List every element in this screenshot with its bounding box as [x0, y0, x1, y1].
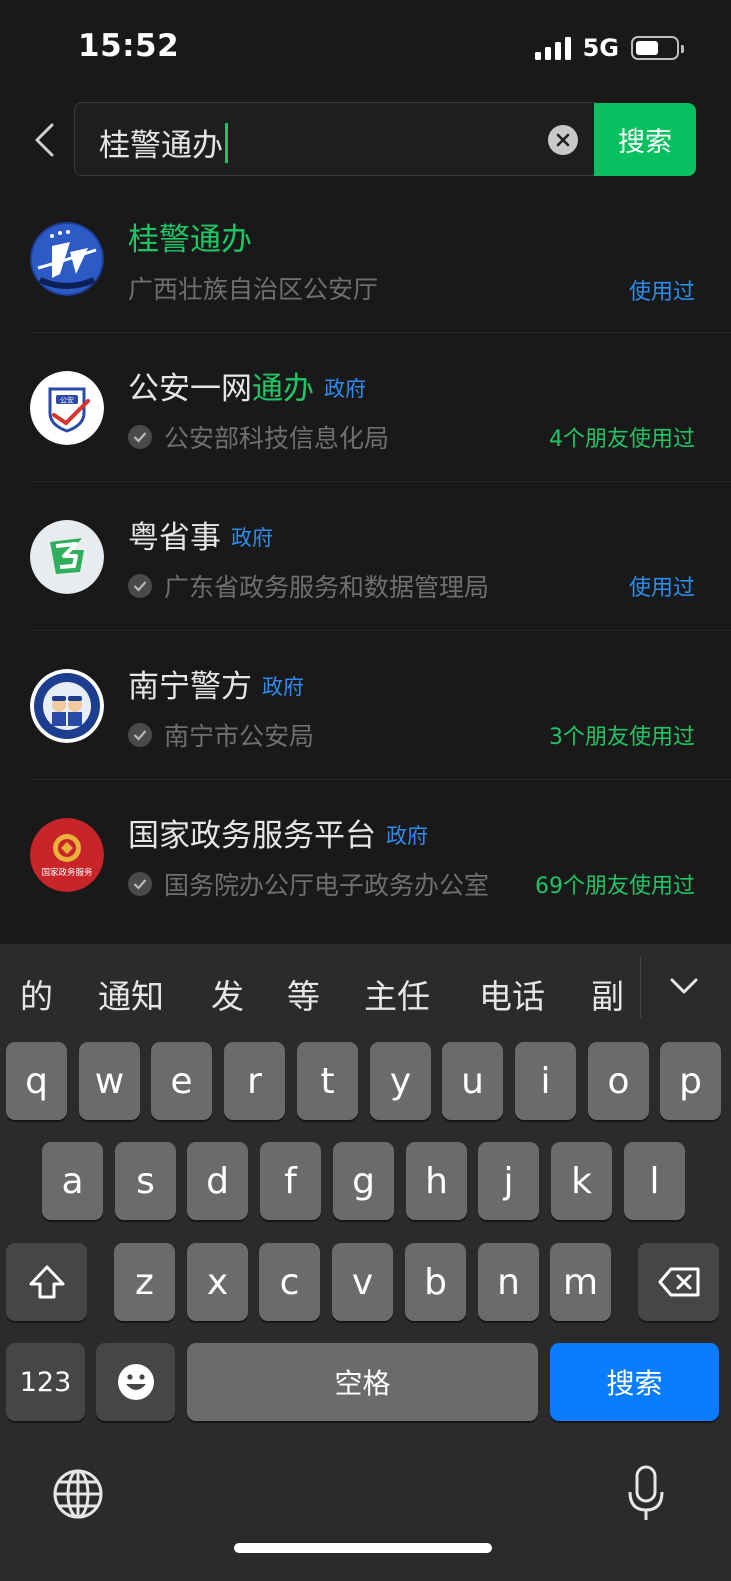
candidate-word[interactable]: 的: [20, 970, 53, 1018]
key-d[interactable]: d: [187, 1142, 248, 1220]
logo-text: 公安: [60, 396, 74, 405]
cellular-signal-icon: [534, 36, 571, 60]
mini-program-logo: 公安: [30, 371, 104, 445]
emoji-icon: [117, 1364, 154, 1400]
government-tag: 政府: [386, 824, 428, 848]
mini-program-logo: 国家政务服务: [30, 818, 104, 892]
key-f[interactable]: f: [260, 1142, 321, 1220]
key-u[interactable]: u: [442, 1042, 503, 1120]
verified-icon: [128, 574, 152, 598]
clear-search-button[interactable]: [548, 125, 578, 155]
list-item[interactable]: 南宁警方 政府 南宁市公安局 3个朋友使用过: [0, 631, 731, 780]
key-b[interactable]: b: [405, 1243, 466, 1321]
key-p[interactable]: p: [660, 1042, 721, 1120]
status-bar: 15:52 5G: [0, 0, 731, 96]
key-x[interactable]: x: [187, 1243, 248, 1321]
item-subtitle: 国务院办公厅电子政务办公室: [128, 866, 489, 902]
used-status: 3个朋友使用过: [549, 725, 695, 750]
emoji-key[interactable]: [96, 1343, 175, 1421]
candidate-word[interactable]: 主任: [364, 970, 430, 1018]
government-tag: 政府: [324, 377, 366, 401]
verified-icon: [128, 425, 152, 449]
key-h[interactable]: h: [406, 1142, 467, 1220]
globe-icon[interactable]: [52, 1468, 104, 1520]
mini-program-logo: [30, 222, 104, 296]
item-subtitle: 广西壮族自治区公安厅: [128, 275, 379, 304]
list-item[interactable]: 国家政务服务 国家政务服务平台 政府 国务院办公厅电子政务办公室 69个朋友使用过: [0, 780, 731, 929]
used-status: 4个朋友使用过: [549, 427, 695, 452]
text-caret: [225, 122, 228, 163]
item-subtitle: 广东省政务服务和数据管理局: [128, 568, 489, 604]
search-button[interactable]: 搜索: [594, 103, 696, 176]
backspace-key[interactable]: [638, 1243, 719, 1321]
key-o[interactable]: o: [588, 1042, 649, 1120]
key-t[interactable]: t: [297, 1042, 358, 1120]
verified-icon: [128, 723, 152, 747]
key-q[interactable]: q: [6, 1042, 67, 1120]
mini-program-logo: [30, 669, 104, 743]
used-status: 使用过: [628, 576, 695, 601]
candidate-word[interactable]: 副: [591, 970, 624, 1018]
microphone-icon[interactable]: [626, 1464, 666, 1524]
backspace-icon: [658, 1267, 699, 1297]
used-status: 69个朋友使用过: [535, 874, 695, 899]
key-w[interactable]: w: [79, 1042, 140, 1120]
keyboard: 的 通知 发 等 主任 电话 副 qwertyuiop asdfghjkl zx…: [0, 944, 731, 1581]
search-input[interactable]: 桂警通办: [74, 102, 596, 176]
mini-program-logo: [30, 520, 104, 594]
candidate-word[interactable]: 发: [211, 970, 244, 1018]
candidate-bar: 的 通知 发 等 主任 电话 副: [0, 944, 731, 1040]
candidate-word[interactable]: 通知: [98, 970, 164, 1018]
key-a[interactable]: a: [42, 1142, 103, 1220]
used-status: 使用过: [628, 280, 695, 305]
key-z[interactable]: z: [114, 1243, 175, 1321]
network-type: 5G: [582, 34, 619, 62]
search-key[interactable]: 搜索: [550, 1343, 719, 1421]
candidate-word[interactable]: 电话: [479, 970, 545, 1018]
key-v[interactable]: v: [332, 1243, 393, 1321]
shift-key[interactable]: [6, 1243, 87, 1321]
key-l[interactable]: l: [624, 1142, 685, 1220]
battery-icon: [631, 36, 684, 60]
chevron-down-icon: [670, 978, 698, 994]
key-r[interactable]: r: [224, 1042, 285, 1120]
list-item[interactable]: 粤省事 政府 广东省政务服务和数据管理局 使用过: [0, 482, 731, 631]
chevron-left-icon: [35, 123, 54, 157]
key-g[interactable]: g: [333, 1142, 394, 1220]
key-e[interactable]: e: [151, 1042, 212, 1120]
item-subtitle: 南宁市公安局: [128, 717, 314, 753]
key-i[interactable]: i: [515, 1042, 576, 1120]
list-item[interactable]: 桂警通办 广西壮族自治区公安厅 使用过: [0, 184, 731, 333]
numbers-key[interactable]: 123: [6, 1343, 85, 1421]
home-indicator: [234, 1543, 492, 1553]
collapse-candidates-button[interactable]: [664, 966, 704, 1006]
list-item[interactable]: 公安 公安一网通办 政府 公安部科技信息化局 4个朋友使用过: [0, 333, 731, 482]
key-k[interactable]: k: [551, 1142, 612, 1220]
government-tag: 政府: [231, 526, 273, 550]
search-query: 桂警通办: [99, 128, 223, 164]
back-button[interactable]: [24, 118, 64, 162]
government-tag: 政府: [262, 675, 304, 699]
title-highlight: 桂警通办: [128, 222, 252, 258]
status-time: 15:52: [78, 28, 180, 64]
key-m[interactable]: m: [550, 1243, 611, 1321]
verified-icon: [128, 872, 152, 896]
item-subtitle: 公安部科技信息化局: [128, 419, 389, 455]
status-icons: 5G: [534, 34, 684, 62]
candidate-word[interactable]: 等: [287, 970, 320, 1018]
title-highlight: 通办: [252, 371, 314, 407]
logo-text: 国家政务服务: [41, 867, 93, 878]
close-icon: [556, 133, 570, 147]
key-n[interactable]: n: [478, 1243, 539, 1321]
key-c[interactable]: c: [259, 1243, 320, 1321]
shift-icon: [29, 1265, 64, 1299]
key-j[interactable]: j: [478, 1142, 539, 1220]
key-s[interactable]: s: [115, 1142, 176, 1220]
space-key[interactable]: 空格: [187, 1343, 538, 1421]
key-y[interactable]: y: [370, 1042, 431, 1120]
